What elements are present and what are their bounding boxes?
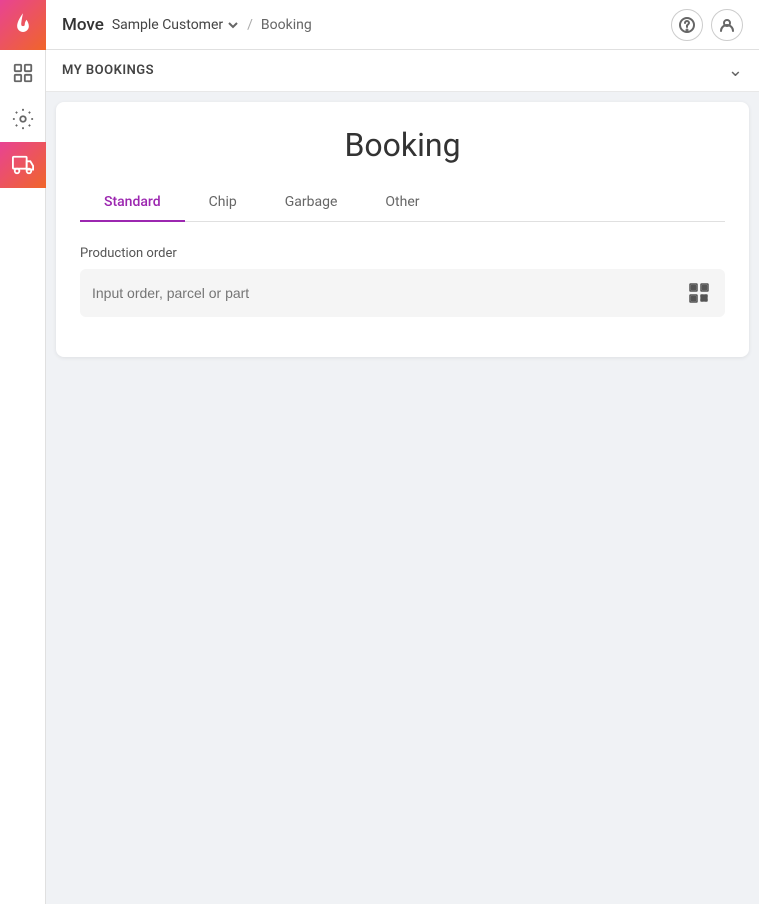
qr-scan-button[interactable] [685,279,713,307]
sidebar [0,0,46,904]
topbar: Move Sample Customer / Booking [46,0,759,50]
help-icon [679,17,695,33]
main-content: Move Sample Customer / Booking [46,0,759,904]
app-logo[interactable] [0,0,46,50]
grid-icon [12,62,34,84]
app-title: Move [62,15,104,35]
sidebar-item-delivery[interactable] [0,142,46,188]
booking-title: Booking [80,126,725,164]
breadcrumb-separator: / [247,17,253,33]
production-order-label: Production order [80,246,725,261]
tab-other[interactable]: Other [361,184,443,222]
help-button[interactable] [671,9,703,41]
booking-tabs: Standard Chip Garbage Other [80,184,725,222]
sidebar-item-settings[interactable] [0,96,46,142]
tab-chip[interactable]: Chip [185,184,261,222]
my-bookings-bar[interactable]: MY BOOKINGS ⌄ [46,50,759,92]
flame-icon [9,11,37,39]
gear-icon [12,108,34,130]
customer-name: Sample Customer [112,17,223,33]
order-input[interactable] [92,285,677,301]
user-button[interactable] [711,9,743,41]
breadcrumb-page: Booking [261,17,312,33]
my-bookings-label: MY BOOKINGS [62,63,154,78]
booking-card: Booking Standard Chip Garbage Other Prod… [56,102,749,357]
tab-garbage[interactable]: Garbage [261,184,362,222]
tab-standard[interactable]: Standard [80,184,185,222]
user-icon [719,17,735,33]
qr-icon [687,281,711,305]
customer-selector[interactable]: Sample Customer [112,17,239,33]
truck-icon [12,154,34,176]
content-area: MY BOOKINGS ⌄ Booking Standard Chip Garb… [46,50,759,904]
order-input-row [80,269,725,317]
chevron-down-icon [227,19,239,31]
my-bookings-chevron: ⌄ [728,60,743,81]
sidebar-item-home[interactable] [0,50,46,96]
production-order-section: Production order [80,246,725,327]
topbar-actions [671,9,743,41]
